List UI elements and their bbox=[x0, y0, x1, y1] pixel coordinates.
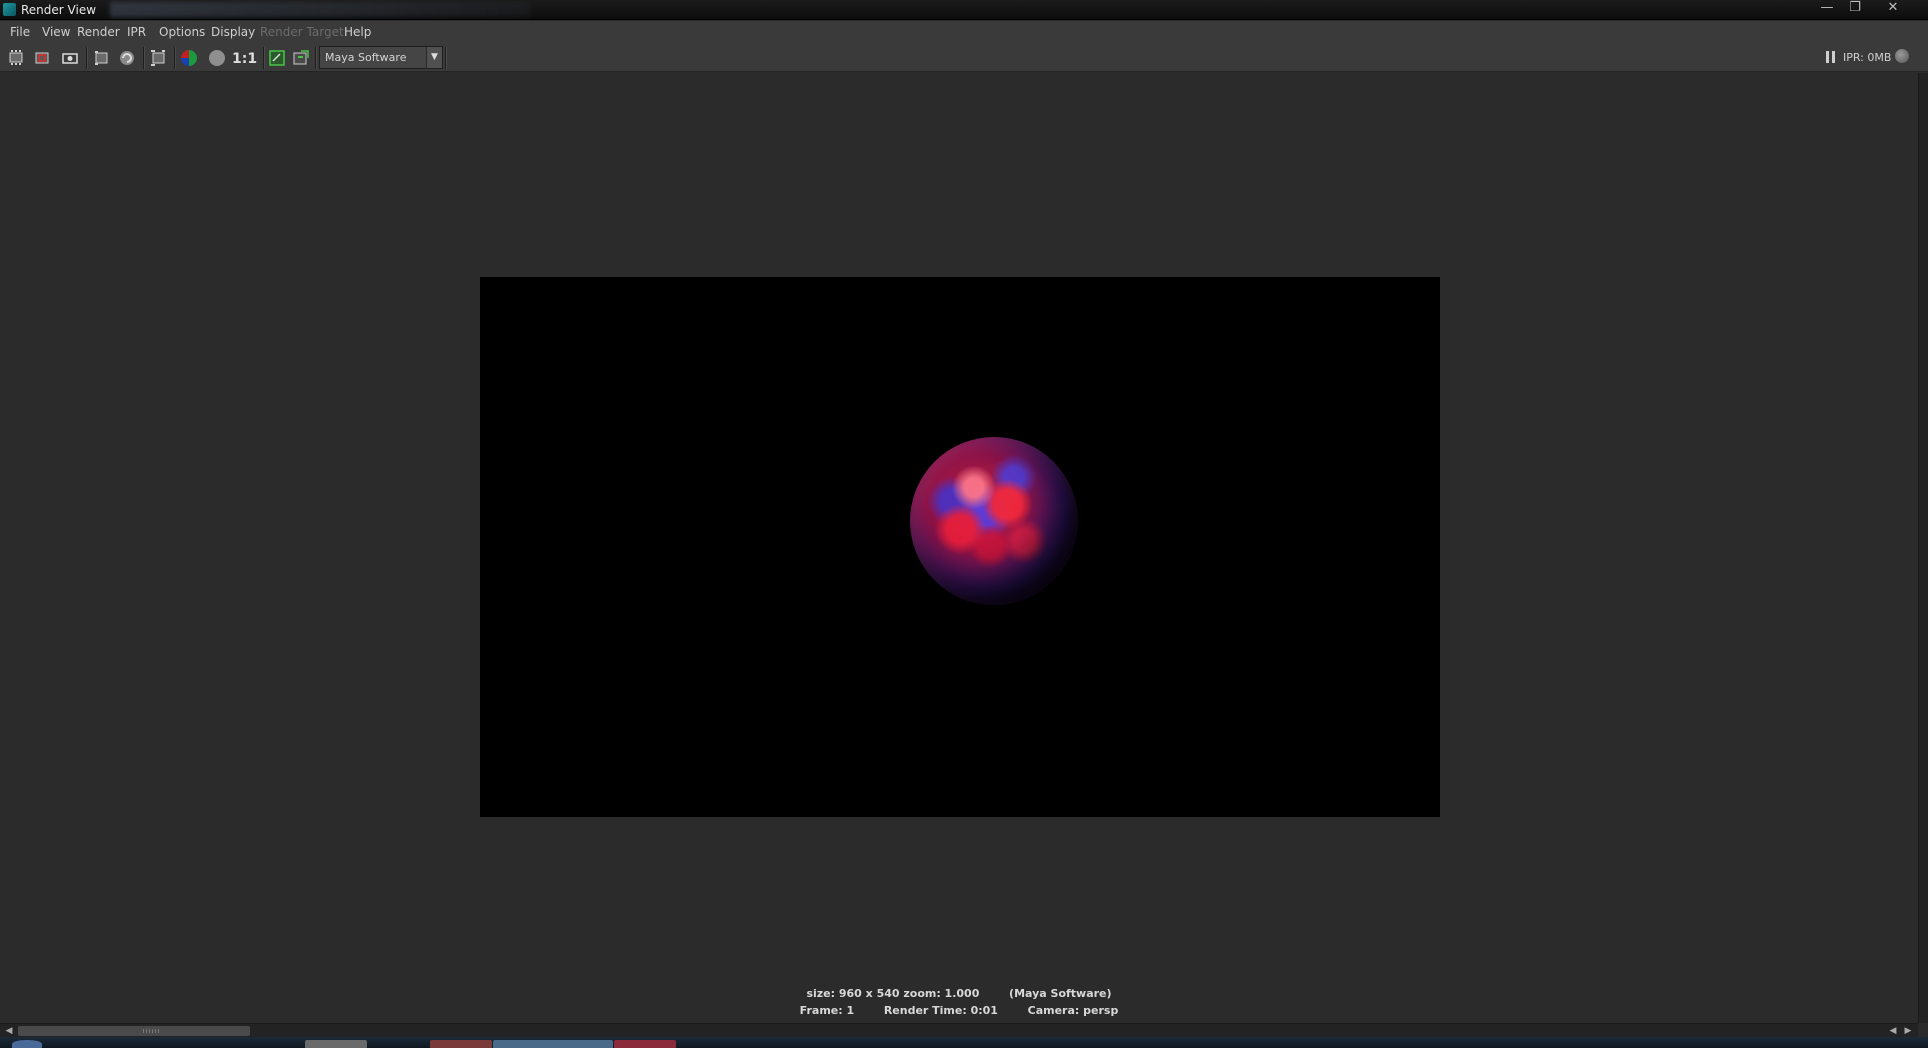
status-line-1: size: 960 x 540 zoom: 1.000 (Maya Softwa… bbox=[0, 987, 1918, 1000]
minimize-icon[interactable]: — bbox=[1815, 0, 1839, 17]
menu-render[interactable]: Render bbox=[77, 25, 120, 39]
taskbar-app[interactable] bbox=[430, 1040, 492, 1048]
menu-render-target: Render Target bbox=[260, 25, 344, 39]
taskbar-app[interactable] bbox=[614, 1040, 676, 1048]
taskbar-app[interactable] bbox=[305, 1040, 367, 1048]
ipr-memory-label: IPR: 0MB bbox=[1843, 51, 1892, 64]
window-title: Render View bbox=[21, 3, 97, 17]
real-size-label: 1:1 bbox=[232, 51, 258, 67]
refresh-ipr-icon[interactable] bbox=[117, 48, 137, 68]
status-renderer: (Maya Software) bbox=[1009, 987, 1112, 1000]
menu-display[interactable]: Display bbox=[211, 25, 255, 39]
menu-view[interactable]: View bbox=[42, 25, 70, 39]
redo-render-icon[interactable] bbox=[6, 48, 26, 68]
menu-ipr[interactable]: IPR bbox=[127, 25, 146, 39]
blurred-window-info bbox=[110, 2, 530, 17]
ipr-status-icon[interactable] bbox=[1895, 49, 1909, 63]
status-render-time: Render Time: 0:01 bbox=[883, 1004, 998, 1017]
ipr-pause-icon[interactable] bbox=[1826, 51, 1836, 63]
render-region-icon[interactable] bbox=[32, 48, 52, 68]
render-settings-icon[interactable] bbox=[148, 48, 168, 68]
status-camera: Camera: persp bbox=[1027, 1004, 1119, 1017]
horizontal-scrollbar[interactable]: ◀ ◀ ▶ bbox=[0, 1023, 1918, 1037]
rgb-channels-icon[interactable] bbox=[179, 48, 199, 68]
maya-app-icon bbox=[3, 3, 16, 16]
scroll-left-icon[interactable]: ◀ bbox=[3, 1025, 15, 1037]
rendered-image bbox=[480, 277, 1440, 817]
rendered-sphere bbox=[910, 437, 1078, 605]
status-frame: Frame: 1 bbox=[799, 1004, 855, 1017]
chevron-down-icon: ▼ bbox=[426, 47, 442, 68]
renderer-value: Maya Software bbox=[325, 51, 407, 64]
scrollbar-thumb[interactable] bbox=[18, 1026, 250, 1036]
menu-file[interactable]: File bbox=[10, 25, 30, 39]
scroll-right-end-icon[interactable]: ▶ bbox=[1902, 1025, 1914, 1037]
close-icon[interactable]: ✕ bbox=[1876, 0, 1910, 17]
start-button-icon[interactable] bbox=[12, 1040, 42, 1048]
os-taskbar bbox=[0, 1037, 1928, 1048]
taskbar-app[interactable] bbox=[493, 1040, 613, 1048]
scroll-right-icon[interactable]: ◀ bbox=[1887, 1025, 1899, 1037]
status-line-2: Frame: 1 Render Time: 0:01 Camera: persp bbox=[0, 1004, 1918, 1017]
restore-icon[interactable]: ❐ bbox=[1843, 0, 1867, 17]
vertical-scrollbar[interactable] bbox=[1918, 73, 1928, 1023]
keep-image-icon[interactable] bbox=[267, 48, 287, 68]
menu-help[interactable]: Help bbox=[344, 25, 371, 39]
real-size-icon[interactable]: 1:1 bbox=[232, 48, 258, 68]
status-size: size: 960 x 540 zoom: 1.000 bbox=[806, 987, 980, 1000]
menu-options[interactable]: Options bbox=[159, 25, 205, 39]
remove-image-icon[interactable] bbox=[291, 48, 311, 68]
snapshot-icon[interactable] bbox=[60, 48, 80, 68]
title-bar: Render View — ❐ ✕ bbox=[0, 0, 1928, 20]
renderer-dropdown[interactable]: Maya Software ▼ bbox=[319, 46, 443, 69]
menu-bar: File View Render IPR Options Display Ren… bbox=[0, 21, 1928, 43]
alpha-channel-icon[interactable] bbox=[207, 48, 227, 68]
toolbar: 1:1 bbox=[0, 43, 1928, 72]
ipr-render-icon[interactable] bbox=[91, 48, 111, 68]
